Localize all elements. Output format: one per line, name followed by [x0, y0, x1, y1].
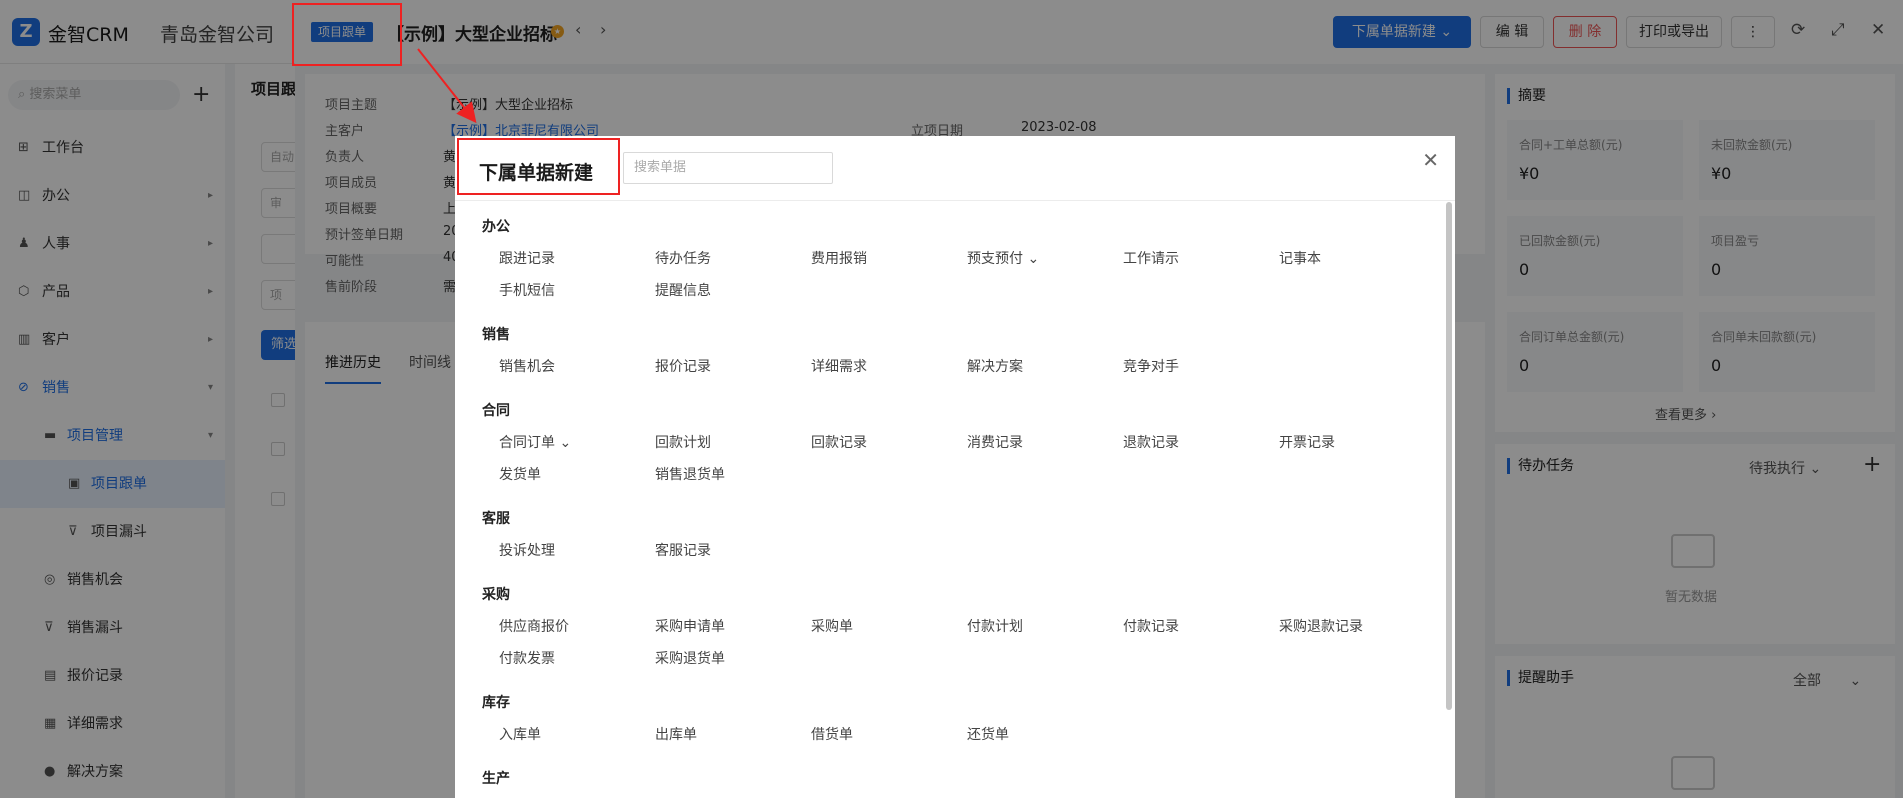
document-type-item[interactable]: 回款计划 [655, 432, 711, 452]
document-type-label: 供应商报价 [499, 619, 569, 635]
modal-close-icon[interactable]: ✕ [1422, 150, 1439, 170]
document-type-item[interactable]: 手机短信 [499, 280, 555, 300]
document-type-item[interactable]: 客服记录 [655, 540, 711, 560]
document-type-item[interactable]: 销售退货单 [655, 464, 725, 484]
document-type-label: 回款计划 [655, 435, 711, 451]
document-type-item[interactable]: 消费记录 [967, 432, 1023, 452]
document-type-item[interactable]: 入库单 [499, 724, 541, 744]
document-type-label: 工作请示 [1123, 251, 1179, 267]
document-type-item[interactable]: 供应商报价 [499, 616, 569, 636]
group-heading: 合同 [482, 403, 510, 419]
modal-scrollbar[interactable] [1446, 202, 1452, 710]
document-type-item[interactable]: 出库单 [655, 724, 697, 744]
document-type-item[interactable]: 提醒信息 [655, 280, 711, 300]
document-type-label: 报价记录 [655, 359, 711, 375]
group-heading: 生产 [482, 771, 510, 787]
document-type-item[interactable]: 付款计划 [967, 616, 1023, 636]
new-sub-document-modal: 下属单据新建 搜索单据 ✕ 办公跟进记录 待办任务 费用报销 预支预付 ⌄ 工作请示 记事… [455, 136, 1455, 798]
document-type-label: 付款发票 [499, 651, 555, 667]
document-type-item[interactable]: 采购单 [811, 616, 853, 636]
group-heading: 库存 [482, 695, 510, 711]
document-search-input[interactable]: 搜索单据 [623, 152, 833, 184]
modal-body: 办公跟进记录 待办任务 费用报销 预支预付 ⌄ 工作请示 记事本手机短信 提醒信息销售销售机… [455, 202, 1445, 798]
group-heading: 客服 [482, 511, 510, 527]
document-type-label: 付款计划 [967, 619, 1023, 635]
document-type-label: 采购退货单 [655, 651, 725, 667]
document-type-item[interactable]: 投诉处理 [499, 540, 555, 560]
document-type-item[interactable]: 预支预付 ⌄ [967, 248, 1039, 268]
document-type-item[interactable]: 采购申请单 [655, 616, 725, 636]
document-type-item[interactable]: 记事本 [1279, 248, 1321, 268]
modal-divider [455, 200, 1455, 201]
document-type-item[interactable]: 合同订单 ⌄ [499, 432, 571, 452]
document-type-label: 详细需求 [811, 359, 867, 375]
document-type-item[interactable]: 工作请示 [1123, 248, 1179, 268]
document-type-label: 回款记录 [811, 435, 867, 451]
document-type-item[interactable]: 待办任务 [655, 248, 711, 268]
document-type-label: 提醒信息 [655, 283, 711, 299]
document-type-label: 采购退款记录 [1279, 619, 1363, 635]
document-type-label: 合同订单 [499, 435, 555, 451]
document-type-label: 解决方案 [967, 359, 1023, 375]
document-type-label: 销售退货单 [655, 467, 725, 483]
document-type-label: 借货单 [811, 727, 853, 743]
document-type-item[interactable]: 详细需求 [811, 356, 867, 376]
document-type-label: 发货单 [499, 467, 541, 483]
document-type-item[interactable]: 借货单 [811, 724, 853, 744]
group-heading: 销售 [482, 327, 510, 343]
document-type-item[interactable]: 竞争对手 [1123, 356, 1179, 376]
group-heading: 办公 [482, 219, 510, 235]
document-type-item[interactable]: 开票记录 [1279, 432, 1335, 452]
document-type-label: 消费记录 [967, 435, 1023, 451]
document-type-label: 跟进记录 [499, 251, 555, 267]
document-type-item[interactable]: 发货单 [499, 464, 541, 484]
modal-title: 下属单据新建 [479, 162, 594, 184]
document-type-item[interactable]: 解决方案 [967, 356, 1023, 376]
document-type-label: 竞争对手 [1123, 359, 1179, 375]
document-type-item[interactable]: 销售机会 [499, 356, 555, 376]
document-type-label: 入库单 [499, 727, 541, 743]
document-type-label: 费用报销 [811, 251, 867, 267]
document-type-label: 退款记录 [1123, 435, 1179, 451]
document-type-item[interactable]: 退款记录 [1123, 432, 1179, 452]
document-type-label: 采购申请单 [655, 619, 725, 635]
chevron-down-icon: ⌄ [555, 435, 572, 451]
document-type-item[interactable]: 付款发票 [499, 648, 555, 668]
document-type-label: 客服记录 [655, 543, 711, 559]
document-type-label: 投诉处理 [499, 543, 555, 559]
chevron-down-icon: ⌄ [1023, 251, 1040, 267]
document-type-item[interactable]: 回款记录 [811, 432, 867, 452]
document-type-item[interactable]: 报价记录 [655, 356, 711, 376]
document-type-label: 待办任务 [655, 251, 711, 267]
document-type-label: 还货单 [967, 727, 1009, 743]
group-heading: 采购 [482, 587, 510, 603]
document-type-label: 手机短信 [499, 283, 555, 299]
document-type-label: 销售机会 [499, 359, 555, 375]
document-type-item[interactable]: 采购退货单 [655, 648, 725, 668]
document-type-item[interactable]: 费用报销 [811, 248, 867, 268]
document-type-item[interactable]: 采购退款记录 [1279, 616, 1363, 636]
document-type-label: 采购单 [811, 619, 853, 635]
document-type-item[interactable]: 跟进记录 [499, 248, 555, 268]
document-type-label: 预支预付 [967, 251, 1023, 267]
document-type-label: 记事本 [1279, 251, 1321, 267]
document-type-item[interactable]: 付款记录 [1123, 616, 1179, 636]
document-type-label: 出库单 [655, 727, 697, 743]
document-type-label: 开票记录 [1279, 435, 1335, 451]
document-type-item[interactable]: 还货单 [967, 724, 1009, 744]
document-type-label: 付款记录 [1123, 619, 1179, 635]
